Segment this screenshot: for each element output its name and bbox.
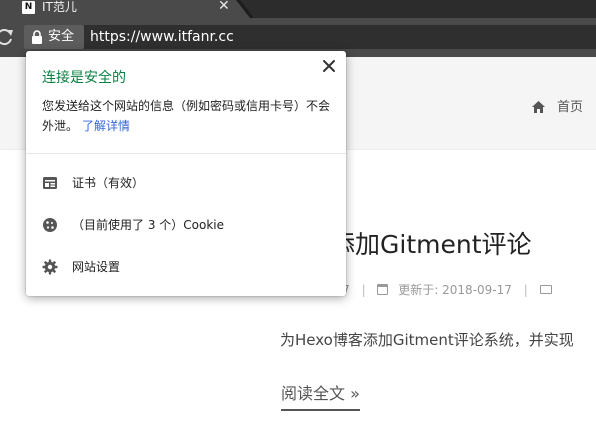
tab-title: IT范儿 [42, 0, 77, 14]
site-favicon-icon: N [22, 1, 35, 14]
cookies-label: （目前使用了 3 个）Cookie [72, 218, 224, 232]
reload-icon[interactable] [0, 26, 16, 48]
certificate-item[interactable]: 证书（有效） [26, 168, 346, 198]
active-tab[interactable]: N IT范儿 ✕ [0, 0, 250, 18]
gear-icon [42, 259, 58, 275]
learn-more-link[interactable]: 了解详情 [82, 119, 130, 133]
meta-separator: | [523, 283, 528, 297]
security-label: 安全 [48, 29, 75, 44]
home-icon [532, 101, 545, 113]
close-icon[interactable] [322, 59, 336, 73]
cookies-item[interactable]: （目前使用了 3 个）Cookie [26, 210, 346, 240]
cookie-icon [43, 218, 57, 232]
calendar-check-icon [377, 284, 389, 295]
address-bar[interactable]: 安全 https://www.itfanr.cc [24, 25, 596, 49]
connection-secure-heading: 连接是安全的 [42, 70, 126, 86]
read-more-link[interactable]: 阅读全文 » [281, 382, 360, 411]
post-excerpt: 为Hexo博客添加Gitment评论系统，并实现 [280, 331, 574, 349]
popup-divider [26, 153, 346, 154]
url-text[interactable]: https://www.itfanr.cc [90, 28, 234, 46]
site-security-chip[interactable]: 安全 [24, 25, 84, 49]
site-settings-label: 网站设置 [72, 260, 121, 274]
site-info-popup: 连接是安全的 您发送给这个网站的信息（例如密码或信用卡号）不会外泄。 了解详情 证… [26, 51, 346, 296]
post-updated-date: 2018-09-17 [442, 283, 512, 297]
tab-close-button[interactable]: ✕ [218, 0, 230, 14]
tab-strip-background [240, 0, 596, 18]
nav-home-label: 首页 [557, 100, 584, 115]
certificate-icon [43, 177, 57, 189]
certificate-label: 证书（有效） [72, 176, 145, 190]
folder-icon [539, 285, 552, 294]
connection-description: 您发送给这个网站的信息（例如密码或信用卡号）不会外泄。 了解详情 [42, 96, 334, 136]
meta-separator: | [361, 283, 366, 297]
site-settings-item[interactable]: 网站设置 [26, 252, 346, 282]
post-updated-label: 更新于: [398, 283, 439, 297]
tab-strip: N IT范儿 ✕ [0, 0, 596, 18]
lock-icon [32, 30, 42, 44]
